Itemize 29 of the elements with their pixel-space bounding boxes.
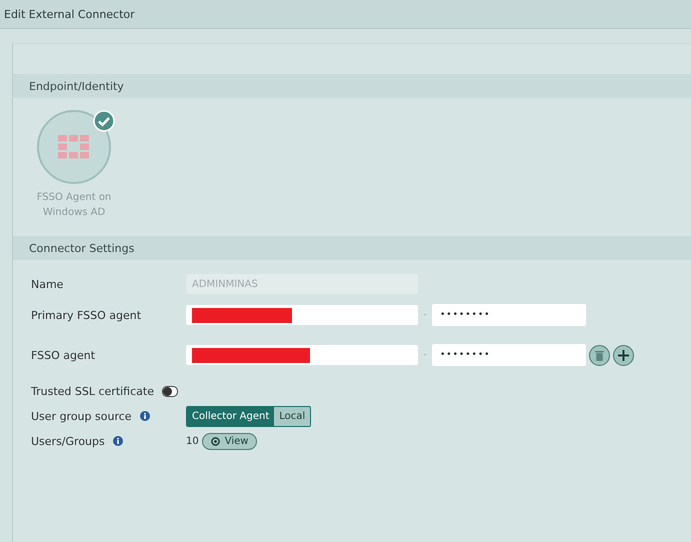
info-icon bbox=[140, 411, 150, 421]
grid-icon bbox=[58, 135, 90, 159]
info-icon bbox=[112, 436, 123, 446]
eye-icon bbox=[210, 436, 220, 446]
trash-icon bbox=[595, 350, 604, 360]
field-label: Primary FSSO agent bbox=[31, 308, 142, 322]
field-label: Name bbox=[31, 278, 64, 290]
field-label: Users/Groups bbox=[31, 434, 105, 448]
add-button[interactable] bbox=[613, 344, 634, 366]
field-label: FSSO agent bbox=[31, 348, 96, 362]
source-option[interactable]: Local bbox=[274, 406, 310, 426]
password-field[interactable]: •••••••• bbox=[432, 304, 586, 326]
toggle-switch[interactable] bbox=[162, 386, 178, 396]
section-header: Endpoint/Identity bbox=[13, 74, 691, 98]
separator-text: - bbox=[422, 310, 428, 320]
connector-label: FSSO Agent on Windows AD bbox=[36, 191, 112, 220]
password-field[interactable]: •••••••• bbox=[432, 344, 586, 366]
field-label: User group source bbox=[31, 410, 132, 422]
delete-button[interactable] bbox=[589, 344, 610, 366]
count-text: 10 bbox=[186, 436, 199, 446]
source-option[interactable]: Collector Agent bbox=[187, 406, 274, 426]
plus-icon bbox=[618, 350, 629, 360]
view-button[interactable]: View bbox=[202, 432, 258, 450]
address-field[interactable] bbox=[186, 305, 418, 325]
field-label: Trusted SSL certificate bbox=[31, 384, 154, 398]
address-field[interactable] bbox=[186, 345, 418, 365]
section-header: Connector Settings bbox=[13, 236, 691, 260]
separator-text: - bbox=[422, 350, 428, 360]
window-title: Edit External Connector bbox=[0, 0, 691, 29]
